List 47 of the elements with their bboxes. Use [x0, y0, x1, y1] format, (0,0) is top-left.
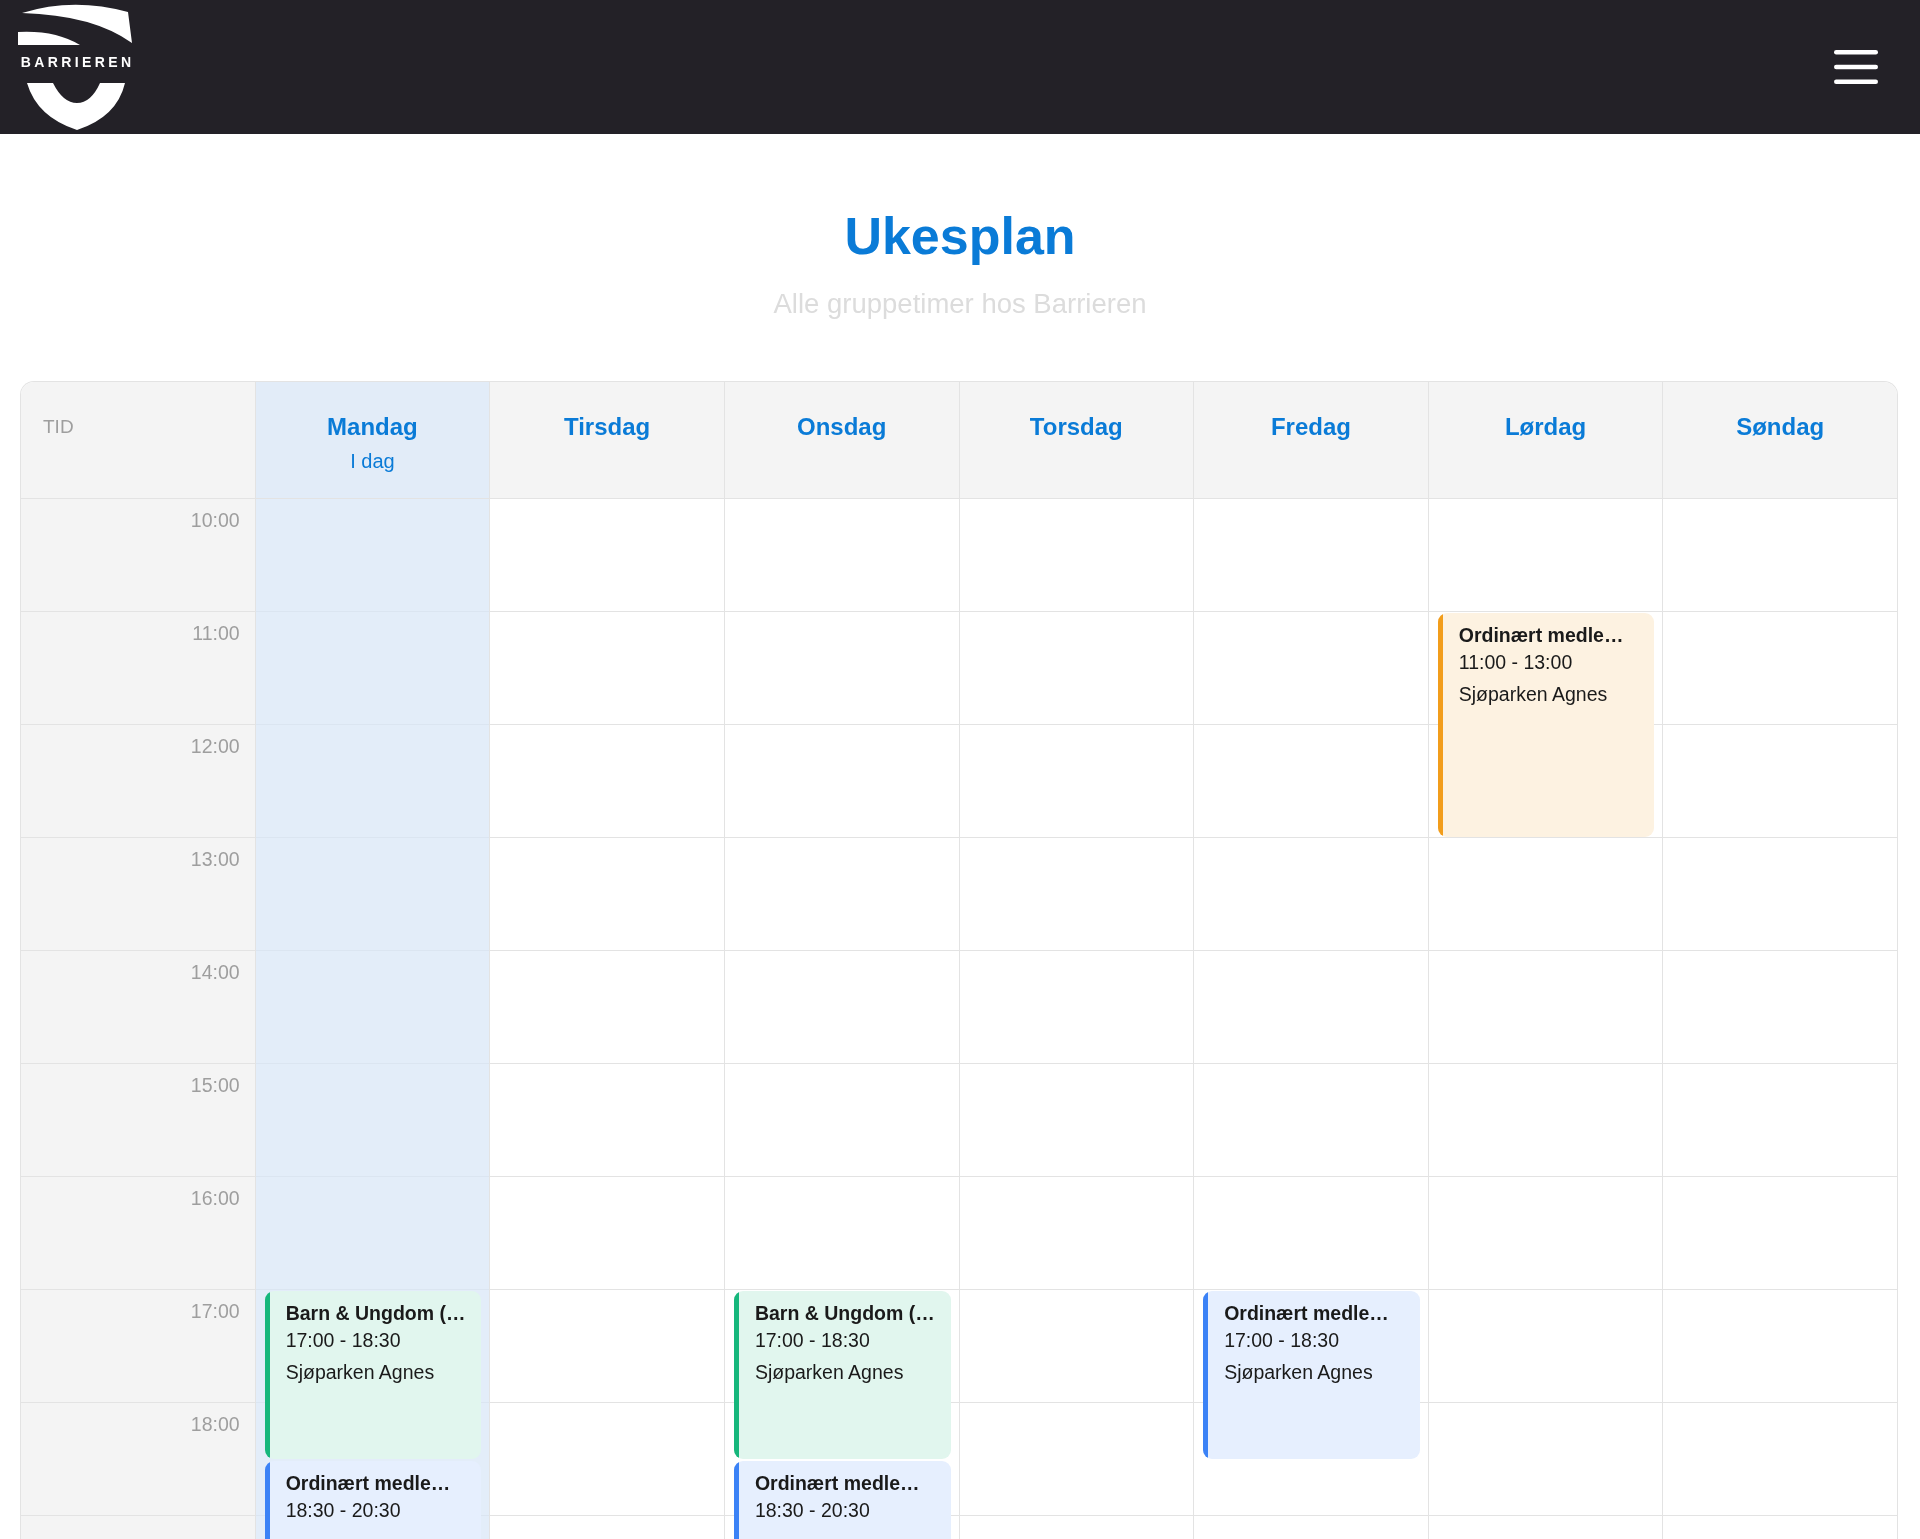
time-label: 11:00	[191, 621, 241, 645]
time-heading: TID	[42, 415, 75, 439]
event-title: Ordinært medle…	[1458, 623, 1624, 648]
logo-link[interactable]: BARRIEREN	[18, 3, 134, 130]
time-label: 17:00	[189, 1299, 241, 1323]
event-time: 17:00 - 18:30	[1224, 1328, 1341, 1353]
time-label: 18:00	[189, 1412, 241, 1436]
time-label: 10:00	[189, 508, 241, 532]
event-title: Barn & Ungdom (…	[285, 1301, 466, 1326]
event-time: 18:30 - 20:30	[285, 1497, 402, 1523]
day-name: Tirsdag	[562, 412, 652, 441]
day-name: Søndag	[1735, 412, 1826, 441]
time-label: 15:00	[189, 1073, 241, 1097]
day-name: Fredag	[1269, 412, 1352, 441]
time-label: 16:00	[189, 1186, 241, 1210]
day-name: Mandag	[326, 412, 419, 441]
event-title: Ordinært medle…	[1224, 1301, 1389, 1326]
event-time: 17:00 - 18:30	[754, 1328, 871, 1353]
time-label: 13:00	[189, 847, 241, 871]
event-card[interactable]: Barn & Ungdom (… 17:00 - 18:30 Sjøparken Agnes	[733, 1291, 951, 1459]
event-time: 17:00 - 18:30	[285, 1328, 402, 1353]
event-card[interactable]: Ordinært medle… 17:00 - 18:30 Sjøparken Agnes	[1203, 1291, 1420, 1459]
event-time: 18:30 - 20:30	[754, 1497, 871, 1523]
event-location: Sjøparken Agnes	[1224, 1360, 1374, 1385]
shield-stripes-icon	[18, 3, 134, 46]
today-label: I dag	[349, 449, 396, 473]
logo-wordmark: BARRIEREN	[20, 54, 135, 70]
event-card[interactable]: Ordinært medle… 11:00 - 13:00 Sjøparken Agnes	[1437, 613, 1655, 837]
event-title: Barn & Ungdom (…	[754, 1301, 935, 1326]
event-card[interactable]: Barn & Ungdom (… 17:00 - 18:30 Sjøparken Agnes	[264, 1291, 482, 1459]
time-label: 14:00	[189, 960, 241, 984]
day-name: Onsdag	[796, 412, 888, 441]
event-time: 11:00 - 13:00	[1458, 650, 1574, 675]
day-name: Lørdag	[1503, 412, 1588, 441]
page-title: Ukesplan	[843, 206, 1077, 267]
event-title: Ordinært medle…	[285, 1470, 451, 1496]
event-location: Sjøparken Agnes	[285, 1360, 436, 1385]
menu-button[interactable]	[1834, 50, 1878, 84]
event-card[interactable]: Ordinært medle… 18:30 - 20:30	[264, 1460, 482, 1539]
time-label: 12:00	[189, 734, 241, 758]
event-title: Ordinært medle…	[754, 1470, 920, 1496]
event-card[interactable]: Ordinært medle… 18:30 - 20:30	[733, 1460, 951, 1539]
event-location: Sjøparken Agnes	[754, 1360, 905, 1385]
day-name: Torsdag	[1028, 412, 1124, 441]
shield-base-icon	[27, 83, 125, 130]
event-location: Sjøparken Agnes	[1458, 682, 1609, 707]
menu-icon	[1834, 50, 1878, 84]
